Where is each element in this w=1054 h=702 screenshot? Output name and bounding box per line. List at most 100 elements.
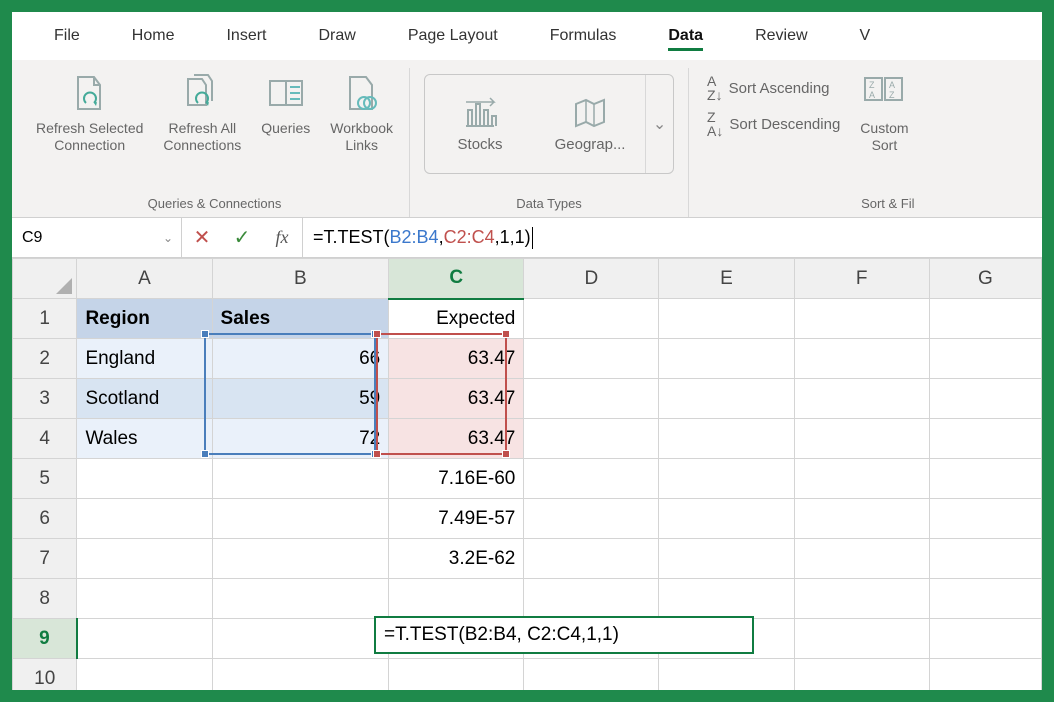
cell-B1[interactable]: Sales xyxy=(212,299,389,339)
stocks-button[interactable]: Stocks xyxy=(425,75,535,173)
row-header-7[interactable]: 7 xyxy=(13,539,77,579)
row-header-10[interactable]: 10 xyxy=(13,659,77,691)
sort-descending-button[interactable]: ZA↓ Sort Descending xyxy=(707,110,840,138)
cell-F2[interactable] xyxy=(794,339,929,379)
cell-F5[interactable] xyxy=(794,459,929,499)
cell-A3[interactable]: Scotland xyxy=(77,379,212,419)
enter-button[interactable]: ✓ xyxy=(222,218,262,257)
cell-F8[interactable] xyxy=(794,579,929,619)
cell-G8[interactable] xyxy=(929,579,1041,619)
spreadsheet-grid[interactable]: A B C D E F G 1 Region Sales Expected 2 xyxy=(12,258,1042,690)
row-header-4[interactable]: 4 xyxy=(13,419,77,459)
cell-G6[interactable] xyxy=(929,499,1041,539)
refresh-selected-button[interactable]: Refresh Selected Connection xyxy=(26,68,153,158)
cell-D6[interactable] xyxy=(524,499,659,539)
tab-draw[interactable]: Draw xyxy=(296,17,377,55)
tab-review[interactable]: Review xyxy=(733,17,829,55)
cell-G5[interactable] xyxy=(929,459,1041,499)
cell-F9[interactable] xyxy=(794,619,929,659)
cell-C8[interactable] xyxy=(389,579,524,619)
cell-A7[interactable] xyxy=(77,539,212,579)
cell-A10[interactable] xyxy=(77,659,212,691)
cell-F1[interactable] xyxy=(794,299,929,339)
cell-F10[interactable] xyxy=(794,659,929,691)
cell-G4[interactable] xyxy=(929,419,1041,459)
row-header-3[interactable]: 3 xyxy=(13,379,77,419)
cell-E6[interactable] xyxy=(659,499,794,539)
cell-A9[interactable] xyxy=(77,619,212,659)
geography-button[interactable]: Geograp... xyxy=(535,75,645,173)
cell-C2[interactable]: 63.47 xyxy=(389,339,524,379)
cell-B7[interactable] xyxy=(212,539,389,579)
cell-C1[interactable]: Expected xyxy=(389,299,524,339)
cell-B3[interactable]: 59 xyxy=(212,379,389,419)
col-header-G[interactable]: G xyxy=(929,259,1041,299)
queries-button[interactable]: Queries xyxy=(251,68,320,141)
cell-B5[interactable] xyxy=(212,459,389,499)
cell-D4[interactable] xyxy=(524,419,659,459)
cell-F7[interactable] xyxy=(794,539,929,579)
name-box[interactable]: C9 ⌄ xyxy=(12,218,182,257)
cell-D3[interactable] xyxy=(524,379,659,419)
row-header-5[interactable]: 5 xyxy=(13,459,77,499)
cell-B4[interactable]: 72 xyxy=(212,419,389,459)
cell-B10[interactable] xyxy=(212,659,389,691)
cell-F3[interactable] xyxy=(794,379,929,419)
tab-insert[interactable]: Insert xyxy=(204,17,288,55)
custom-sort-button[interactable]: ZAAZ Custom Sort xyxy=(850,68,918,158)
cell-E9[interactable] xyxy=(659,619,794,659)
cell-C3[interactable]: 63.47 xyxy=(389,379,524,419)
data-types-dropdown[interactable]: ⌄ xyxy=(645,75,673,173)
cancel-button[interactable]: ✕ xyxy=(182,218,222,257)
col-header-F[interactable]: F xyxy=(794,259,929,299)
cell-C6[interactable]: 7.49E-57 xyxy=(389,499,524,539)
cell-E3[interactable] xyxy=(659,379,794,419)
cell-C9[interactable] xyxy=(389,619,524,659)
row-header-2[interactable]: 2 xyxy=(13,339,77,379)
cell-B6[interactable] xyxy=(212,499,389,539)
cell-G1[interactable] xyxy=(929,299,1041,339)
cell-D7[interactable] xyxy=(524,539,659,579)
name-box-dropdown-icon[interactable]: ⌄ xyxy=(163,231,173,245)
cell-E4[interactable] xyxy=(659,419,794,459)
col-header-A[interactable]: A xyxy=(77,259,212,299)
row-header-6[interactable]: 6 xyxy=(13,499,77,539)
col-header-D[interactable]: D xyxy=(524,259,659,299)
cell-A8[interactable] xyxy=(77,579,212,619)
workbook-links-button[interactable]: Workbook Links xyxy=(320,68,403,158)
col-header-B[interactable]: B xyxy=(212,259,389,299)
cell-C4[interactable]: 63.47 xyxy=(389,419,524,459)
cell-B2[interactable]: 66 xyxy=(212,339,389,379)
cell-D8[interactable] xyxy=(524,579,659,619)
formula-input[interactable]: =T.TEST(B2:B4, C2:C4,1,1) xyxy=(303,227,1042,249)
col-header-E[interactable]: E xyxy=(659,259,794,299)
cell-D10[interactable] xyxy=(524,659,659,691)
sort-ascending-button[interactable]: AZ↓ Sort Ascending xyxy=(707,74,840,102)
cell-B9[interactable] xyxy=(212,619,389,659)
refresh-all-button[interactable]: Refresh All Connections xyxy=(153,68,251,158)
cell-G3[interactable] xyxy=(929,379,1041,419)
row-header-9[interactable]: 9 xyxy=(13,619,77,659)
cell-C5[interactable]: 7.16E-60 xyxy=(389,459,524,499)
cell-A6[interactable] xyxy=(77,499,212,539)
row-header-1[interactable]: 1 xyxy=(13,299,77,339)
cell-D9[interactable] xyxy=(524,619,659,659)
cell-D5[interactable] xyxy=(524,459,659,499)
cell-E7[interactable] xyxy=(659,539,794,579)
cell-A2[interactable]: England xyxy=(77,339,212,379)
row-header-8[interactable]: 8 xyxy=(13,579,77,619)
cell-F6[interactable] xyxy=(794,499,929,539)
tab-view-truncated[interactable]: V xyxy=(838,17,893,55)
tab-file[interactable]: File xyxy=(32,17,102,55)
cell-A4[interactable]: Wales xyxy=(77,419,212,459)
insert-function-button[interactable]: fx xyxy=(262,218,302,257)
cell-E1[interactable] xyxy=(659,299,794,339)
tab-home[interactable]: Home xyxy=(110,17,197,55)
cell-D2[interactable] xyxy=(524,339,659,379)
col-header-C[interactable]: C xyxy=(389,259,524,299)
tab-formulas[interactable]: Formulas xyxy=(528,17,639,55)
cell-F4[interactable] xyxy=(794,419,929,459)
cell-C7[interactable]: 3.2E-62 xyxy=(389,539,524,579)
cell-E5[interactable] xyxy=(659,459,794,499)
cell-D1[interactable] xyxy=(524,299,659,339)
